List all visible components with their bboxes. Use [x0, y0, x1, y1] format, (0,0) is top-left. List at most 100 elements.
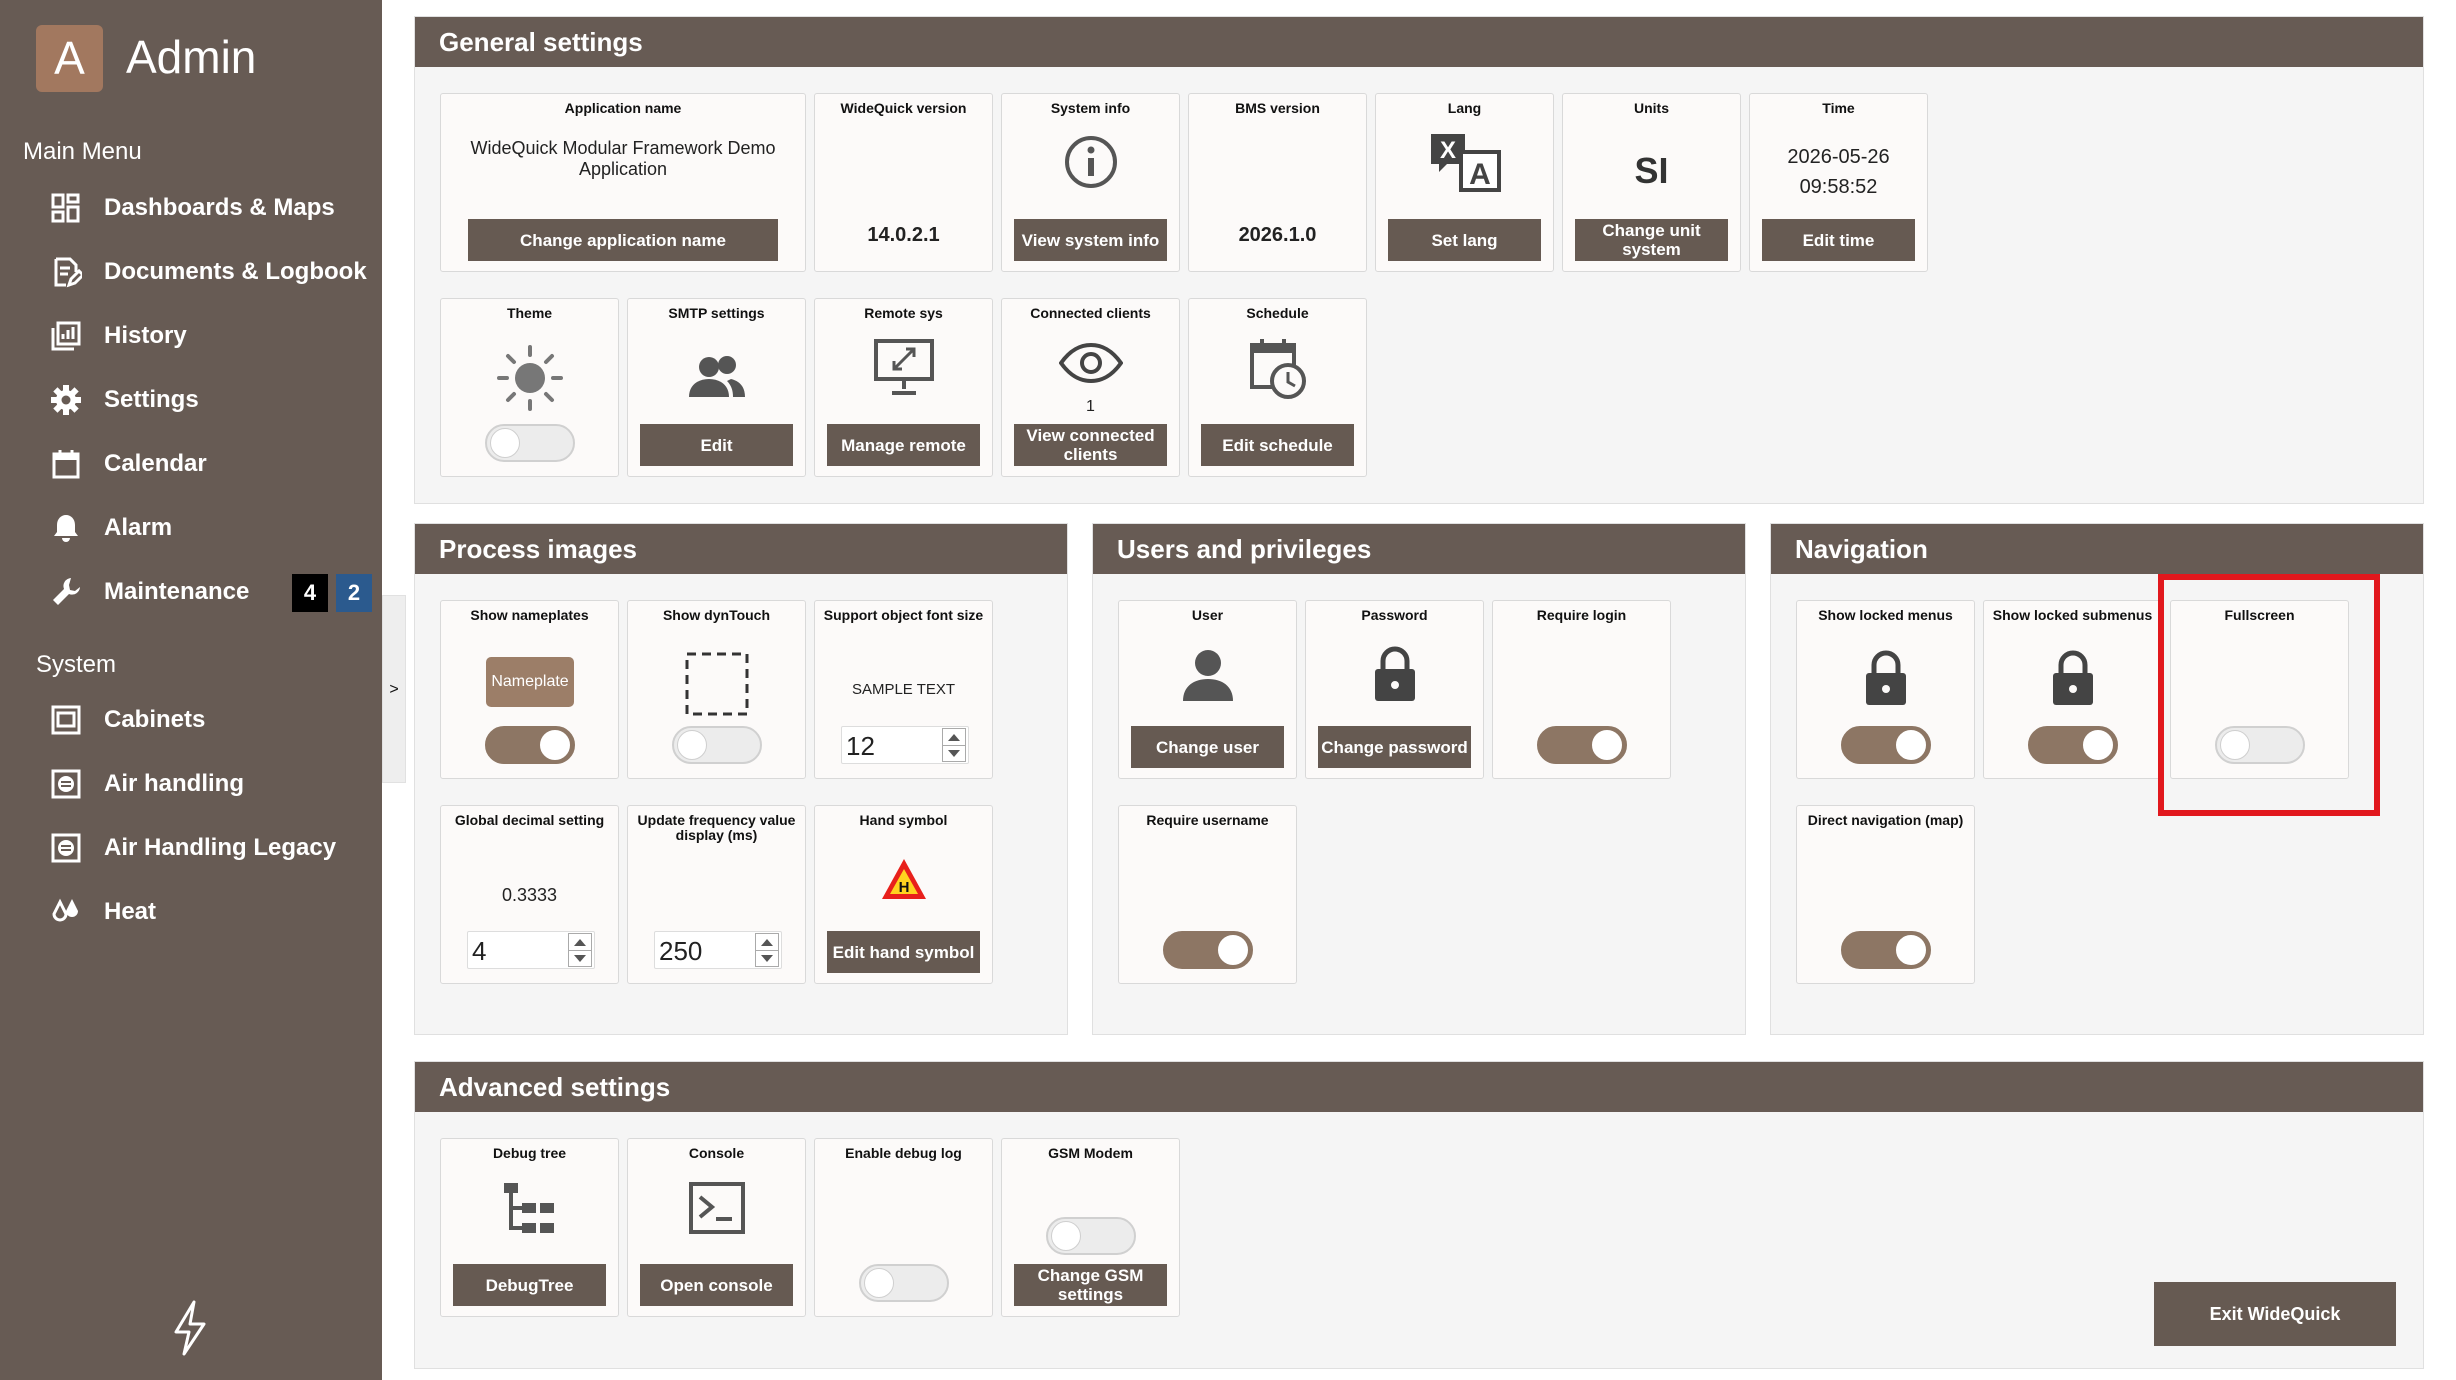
tile-title: Hand symbol: [859, 812, 948, 828]
menu-item-alarm[interactable]: Alarm: [46, 503, 376, 553]
exit-widequick-button[interactable]: Exit WideQuick: [2154, 1282, 2396, 1346]
direct-navigation-tile: Direct navigation (map): [1796, 805, 1975, 984]
remote-sys-tile: Remote sys Manage remote: [814, 298, 993, 477]
widequick-version-value: 14.0.2.1: [867, 224, 940, 246]
require-username-toggle[interactable]: [1163, 931, 1253, 969]
debugtree-button[interactable]: DebugTree: [453, 1264, 606, 1306]
tile-title: Password: [1361, 607, 1428, 623]
gsm-modem-toggle[interactable]: [1046, 1217, 1136, 1255]
main-menu-heading: Main Menu: [23, 138, 142, 165]
menu-item-cabinets[interactable]: Cabinets: [46, 695, 376, 745]
tile-title: Direct navigation (map): [1807, 812, 1964, 828]
menu-item-calendar[interactable]: Calendar: [46, 439, 376, 489]
require-login-tile: Require login: [1492, 600, 1671, 779]
tile-title: Enable debug log: [845, 1145, 962, 1161]
decimal-preview: 0.3333: [501, 885, 558, 905]
menu-label: Maintenance: [104, 578, 250, 605]
user-tile: User Change user: [1118, 600, 1297, 779]
document-edit-icon: [46, 252, 86, 292]
connected-clients-count: 1: [1086, 398, 1095, 415]
tree-structure-icon: [441, 1179, 618, 1239]
smtp-edit-button[interactable]: Edit: [640, 424, 793, 466]
edit-schedule-button[interactable]: Edit schedule: [1201, 424, 1354, 466]
edit-hand-symbol-button[interactable]: Edit hand symbol: [827, 931, 980, 973]
direct-navigation-toggle[interactable]: [1841, 931, 1931, 969]
theme-toggle[interactable]: [485, 424, 575, 462]
stepper-arrows[interactable]: [942, 728, 966, 762]
stepper-arrows[interactable]: [755, 933, 779, 967]
require-login-toggle[interactable]: [1537, 726, 1627, 764]
menu-item-documents[interactable]: Documents & Logbook: [46, 247, 376, 297]
menu-item-history[interactable]: History: [46, 311, 376, 361]
stepper-arrows[interactable]: [568, 933, 592, 967]
require-username-tile: Require username: [1118, 805, 1297, 984]
show-locked-menus-toggle[interactable]: [1841, 726, 1931, 764]
update-frequency-tile: Update frequency value display (ms) 250: [627, 805, 806, 984]
heat-drops-icon: [46, 892, 86, 932]
lang-tile: Lang XA Set lang: [1375, 93, 1554, 272]
menu-item-settings[interactable]: Settings: [46, 375, 376, 425]
view-connected-clients-button[interactable]: View connected clients: [1014, 424, 1167, 466]
menu-label: Documents & Logbook: [104, 258, 367, 285]
enable-debug-log-toggle[interactable]: [859, 1264, 949, 1302]
tile-title: Console: [688, 1145, 745, 1161]
change-user-button[interactable]: Change user: [1131, 726, 1284, 768]
menu-label: Cabinets: [104, 706, 206, 733]
open-console-button[interactable]: Open console: [640, 1264, 793, 1306]
set-lang-button[interactable]: Set lang: [1388, 219, 1541, 261]
svg-text:A: A: [1469, 158, 1491, 191]
tile-title: Schedule: [1246, 305, 1309, 321]
password-tile: Password Change password: [1305, 600, 1484, 779]
panel-title: Advanced settings: [415, 1062, 2423, 1112]
cabinet-icon: [46, 700, 86, 740]
bms-version-value: 2026.1.0: [1238, 224, 1317, 246]
show-locked-menus-tile: Show locked menus: [1796, 600, 1975, 779]
tile-title: Update frequency value display (ms): [637, 812, 796, 843]
lock-icon: [1797, 649, 1974, 707]
show-locked-submenus-toggle[interactable]: [2028, 726, 2118, 764]
air-handling-icon: [46, 828, 86, 868]
units-value: SI: [1634, 150, 1669, 191]
menu-item-air-handling-legacy[interactable]: Air Handling Legacy: [46, 823, 376, 873]
tile-title: Theme: [506, 305, 553, 321]
lock-icon: [1984, 649, 2161, 707]
gear-icon: [46, 380, 86, 420]
hand-symbol-tile: Hand symbol H Edit hand symbol: [814, 805, 993, 984]
edit-time-button[interactable]: Edit time: [1762, 219, 1915, 261]
manage-remote-button[interactable]: Manage remote: [827, 424, 980, 466]
change-application-name-button[interactable]: Change application name: [468, 219, 778, 261]
user-icon: [1119, 647, 1296, 703]
show-dyntouch-toggle[interactable]: [672, 726, 762, 764]
change-gsm-settings-button[interactable]: Change GSM settings: [1014, 1264, 1167, 1306]
fullscreen-highlight-box: [2158, 574, 2380, 816]
font-size-stepper[interactable]: 12: [841, 726, 969, 764]
menu-item-air-handling[interactable]: Air handling: [46, 759, 376, 809]
enable-debug-log-tile: Enable debug log: [814, 1138, 993, 1317]
show-nameplates-toggle[interactable]: [485, 726, 575, 764]
change-unit-system-button[interactable]: Change unit system: [1575, 219, 1728, 261]
tile-title: Show locked menus: [1818, 607, 1953, 623]
units-tile: Units SI Change unit system: [1562, 93, 1741, 272]
tile-title: BMS version: [1235, 100, 1320, 116]
view-system-info-button[interactable]: View system info: [1014, 219, 1167, 261]
app-title: Admin: [126, 31, 257, 83]
show-nameplates-tile: Show nameplates Nameplate: [440, 600, 619, 779]
show-locked-submenus-tile: Show locked submenus: [1983, 600, 2162, 779]
tile-title: Lang: [1447, 100, 1482, 116]
panel-title: Users and privileges: [1093, 524, 1745, 574]
menu-item-dashboards[interactable]: Dashboards & Maps: [46, 183, 376, 233]
application-name-tile: Application name WideQuick Modular Frame…: [440, 93, 806, 272]
decimal-stepper[interactable]: 4: [467, 931, 595, 969]
change-password-button[interactable]: Change password: [1318, 726, 1471, 768]
sidebar-collapse-toggle[interactable]: >: [382, 595, 406, 783]
stepper-value: 4: [472, 936, 487, 966]
process-images-panel: Process images Show nameplates Nameplate…: [414, 523, 1068, 1035]
time-tile: Time 2026-05-26 09:58:52 Edit time: [1749, 93, 1928, 272]
general-settings-panel: General settings Application name WideQu…: [414, 16, 2424, 504]
update-frequency-stepper[interactable]: 250: [654, 931, 782, 969]
hand-warning-icon: H: [815, 856, 992, 902]
widequick-version-tile: WideQuick version 14.0.2.1: [814, 93, 993, 272]
menu-item-heat[interactable]: Heat: [46, 887, 376, 937]
debug-tree-tile: Debug tree DebugTree: [440, 1138, 619, 1317]
lightning-logo-icon: [170, 1300, 210, 1361]
